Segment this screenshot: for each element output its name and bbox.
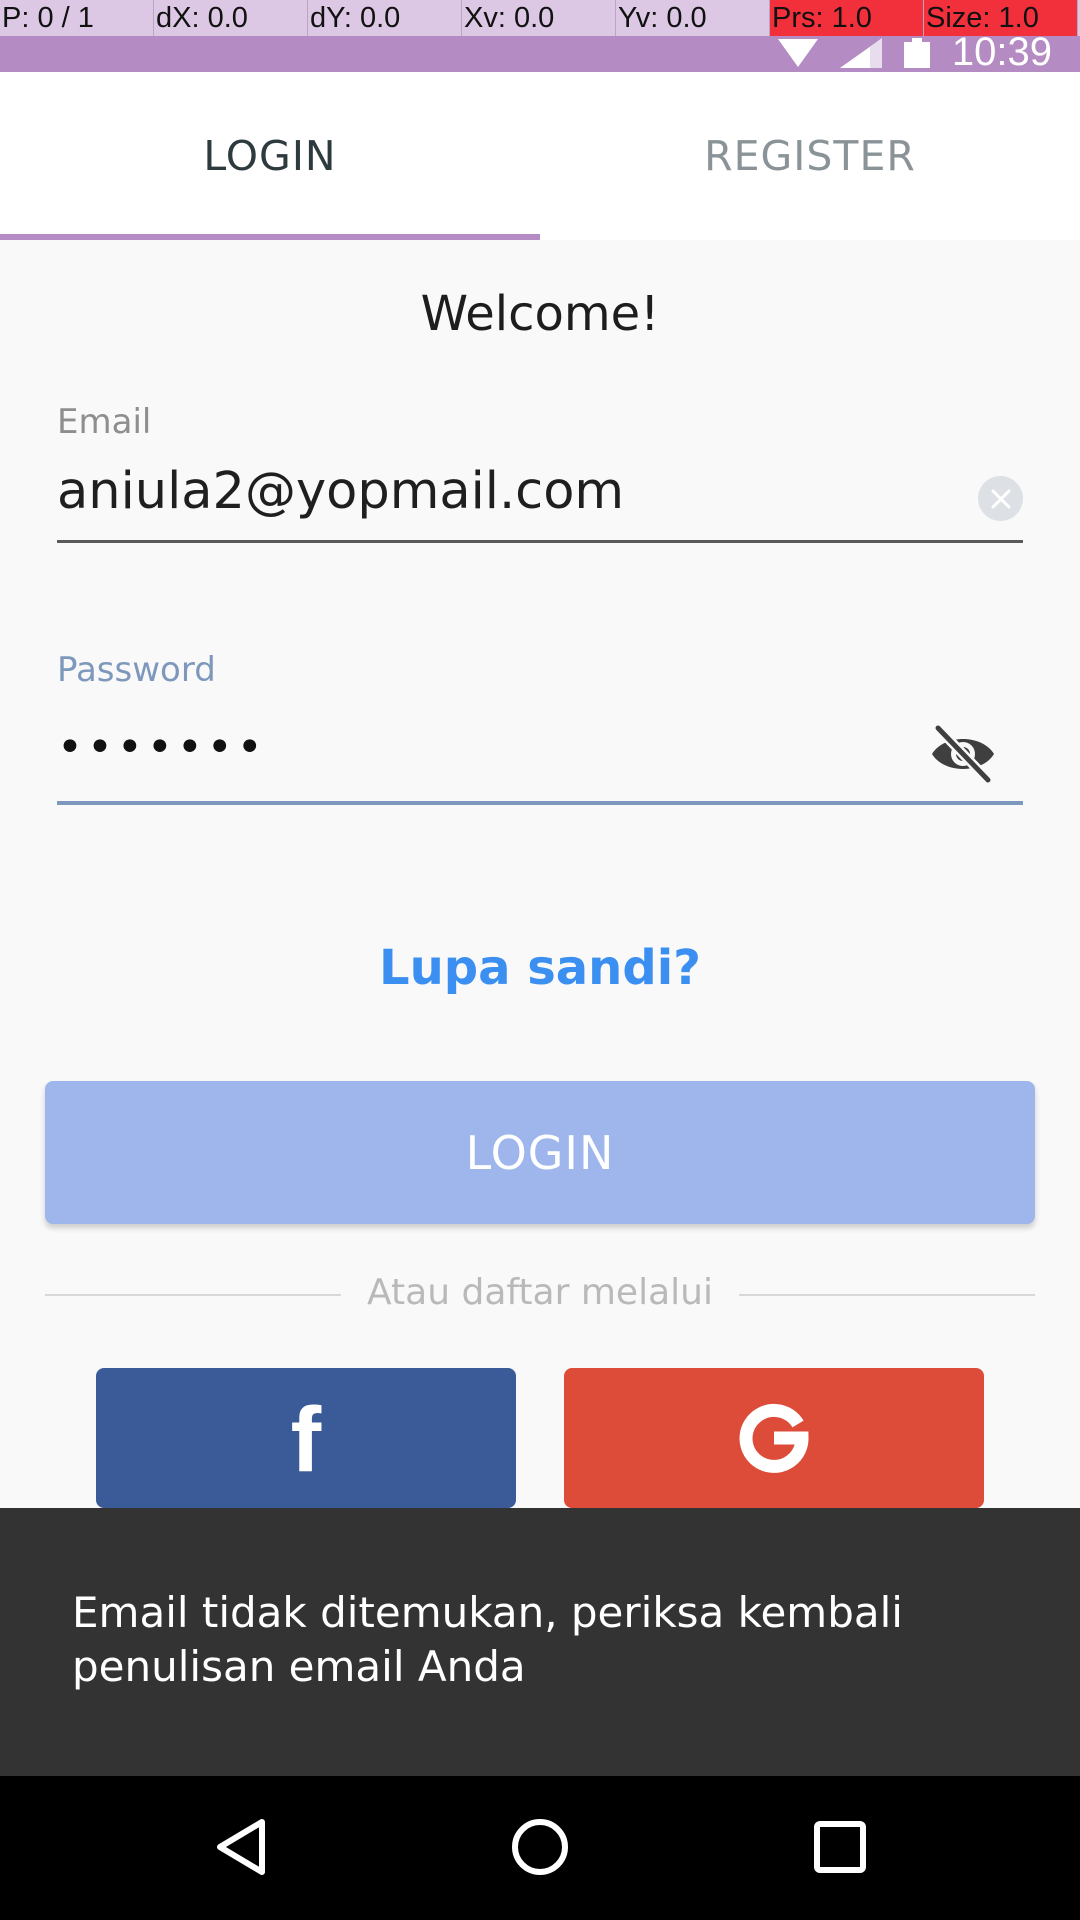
facebook-login-button[interactable]: f <box>96 1368 516 1508</box>
divider-text: Atau daftar melalui <box>367 1272 713 1313</box>
divider-line-right <box>739 1294 1035 1296</box>
status-clock: 10:39 <box>951 36 1052 72</box>
wifi-icon <box>777 38 818 67</box>
tab-login-label: LOGIN <box>203 132 337 180</box>
email-label: Email <box>57 402 152 442</box>
pointer-count: P: 0 / 1 <box>0 0 154 36</box>
login-button[interactable]: LOGIN <box>45 1081 1035 1224</box>
password-field[interactable]: ••••••• <box>57 722 267 773</box>
password-label: Password <box>57 650 216 690</box>
pointer-location-overlay: P: 0 / 1 dX: 0.0 dY: 0.0 Xv: 0.0 Yv: 0.0… <box>0 0 1080 36</box>
velocity-y: Yv: 0.0 <box>616 0 770 36</box>
google-login-button[interactable] <box>564 1368 984 1508</box>
password-underline <box>57 801 1023 805</box>
snackbar-message: Email tidak ditemukan, periksa kembali p… <box>72 1588 903 1691</box>
cell-signal-icon <box>839 37 882 68</box>
touch-size: Size: 1.0 <box>924 0 1078 36</box>
tab-active-indicator <box>0 234 540 240</box>
login-button-label: LOGIN <box>465 1125 615 1180</box>
google-icon <box>739 1403 809 1473</box>
auth-tabs: LOGIN REGISTER <box>0 72 1080 240</box>
delta-y: dY: 0.0 <box>308 0 462 36</box>
recents-icon[interactable] <box>805 1812 875 1882</box>
delta-x: dX: 0.0 <box>154 0 308 36</box>
navigation-bar <box>0 1776 1080 1920</box>
status-bar: 10:39 <box>0 36 1080 72</box>
welcome-heading: Welcome! <box>420 286 660 342</box>
tab-register-label: REGISTER <box>704 132 916 180</box>
error-snackbar: Email tidak ditemukan, periksa kembali p… <box>0 1508 1080 1776</box>
pressure: Prs: 1.0 <box>770 0 924 36</box>
velocity-x: Xv: 0.0 <box>462 0 616 36</box>
email-underline <box>57 540 1023 543</box>
visibility-off-icon[interactable] <box>928 724 998 784</box>
tab-register[interactable]: REGISTER <box>540 72 1080 240</box>
back-icon[interactable] <box>206 1812 276 1882</box>
tab-login[interactable]: LOGIN <box>0 72 540 240</box>
email-field[interactable]: aniula2@yopmail.com <box>57 462 624 521</box>
clear-email-button[interactable] <box>978 476 1023 521</box>
forgot-password-link[interactable]: Lupa sandi? <box>0 940 1080 996</box>
close-icon <box>991 489 1010 508</box>
facebook-icon: f <box>290 1388 322 1491</box>
battery-icon <box>903 37 930 68</box>
home-icon[interactable] <box>505 1812 575 1882</box>
social-divider: Atau daftar melalui <box>45 1270 1035 1320</box>
